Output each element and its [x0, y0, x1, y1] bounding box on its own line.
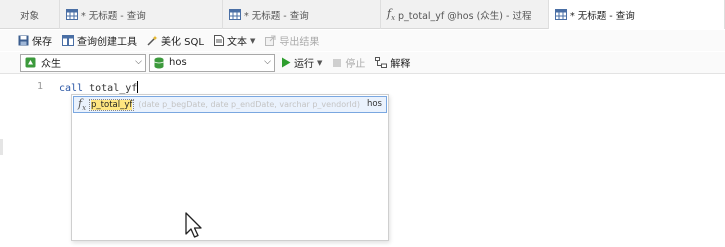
chevron-down-icon: ▼: [317, 58, 323, 67]
save-button[interactable]: 保存: [18, 33, 52, 48]
save-label: 保存: [32, 37, 52, 48]
document-icon: [213, 35, 224, 46]
query-table-icon: [555, 9, 567, 20]
query-table-icon: [229, 9, 241, 20]
export-icon: [265, 35, 276, 46]
query-builder-icon: [62, 35, 74, 46]
explain-button[interactable]: 解释: [375, 55, 410, 70]
function-fx-icon: fx: [387, 6, 396, 23]
database-value: hos: [169, 57, 187, 68]
database-select[interactable]: hos ⌵: [149, 53, 275, 72]
query-table-icon: [66, 9, 78, 20]
query-builder-button[interactable]: 查询创建工具: [62, 33, 137, 48]
save-icon: [18, 35, 29, 46]
run-label: 运行: [294, 59, 314, 70]
explain-label: 解释: [390, 59, 411, 70]
gutter-marker: [0, 139, 3, 155]
play-icon: [282, 57, 291, 68]
tab-label: * 无标题 - 查询: [81, 10, 146, 22]
tab-query-active[interactable]: * 无标题 - 查询: [549, 0, 725, 29]
explain-plan-icon: [375, 57, 388, 68]
tab-bar: 对象 * 无标题 - 查询 * 无标题 - 查询 fx p_total_yf @…: [0, 0, 725, 29]
line-number: 1: [37, 81, 44, 92]
tab-label: * 无标题 - 查询: [570, 10, 635, 22]
suggestion-name: p_total_yf: [89, 98, 135, 111]
connection-select[interactable]: 众生 ⌵: [20, 53, 146, 72]
beautify-sql-button[interactable]: 美化 SQL: [147, 33, 204, 48]
suggestion-database: hos: [366, 99, 382, 109]
code-line[interactable]: call total_yf: [59, 81, 139, 94]
tab-label: * 无标题 - 查询: [244, 10, 309, 22]
tab-query-2[interactable]: * 无标题 - 查询: [223, 0, 381, 29]
chevron-down-icon: ⌵: [264, 56, 271, 67]
run-button[interactable]: 运行 ▼: [281, 55, 322, 70]
tab-objects[interactable]: 对象: [0, 0, 60, 29]
stop-label: 停止: [345, 59, 366, 70]
autocomplete-popup: fx p_total_yf (date p_begDate, date p_en…: [71, 94, 389, 241]
sql-keyword: call: [59, 83, 84, 94]
tab-query-1[interactable]: * 无标题 - 查询: [60, 0, 223, 29]
editor-toolbar: 保存 查询创建工具 美化 SQL 文本 ▼ 导出结果: [0, 30, 725, 51]
suggestion-item[interactable]: fx p_total_yf (date p_begDate, date p_en…: [73, 96, 387, 113]
connection-toolbar: 众生 ⌵ hos ⌵ 运行 ▼ 停止 解释: [0, 52, 725, 74]
database-icon: [154, 57, 164, 68]
chevron-down-icon: ⌵: [135, 56, 142, 67]
query-builder-label: 查询创建工具: [77, 37, 137, 48]
stop-button[interactable]: 停止: [332, 55, 365, 70]
tab-label: p_total_yf @hos (众生) - 过程: [398, 10, 532, 22]
mouse-pointer-icon: [185, 212, 202, 238]
magic-wand-icon: [147, 35, 158, 46]
text-menu-label: 文本: [226, 37, 247, 48]
connection-value: 众生: [41, 59, 61, 70]
export-result-label: 导出结果: [279, 37, 320, 48]
stop-icon: [333, 58, 342, 67]
tab-label: 对象: [19, 10, 39, 22]
beautify-sql-label: 美化 SQL: [161, 37, 204, 48]
text-cursor: [137, 81, 139, 93]
function-fx-icon: fx: [78, 96, 87, 113]
chevron-down-icon: ▼: [249, 36, 256, 45]
suggestion-name-match: p_total_yf: [91, 99, 133, 110]
text-menu-button[interactable]: 文本 ▼: [213, 33, 256, 48]
tab-procedure[interactable]: fx p_total_yf @hos (众生) - 过程: [381, 0, 549, 29]
export-result-button[interactable]: 导出结果: [265, 33, 319, 48]
suggestion-args: (date p_begDate, date p_endDate, varchar…: [138, 100, 360, 109]
sql-identifier: total_yf: [89, 83, 138, 94]
connection-icon: [25, 57, 36, 68]
